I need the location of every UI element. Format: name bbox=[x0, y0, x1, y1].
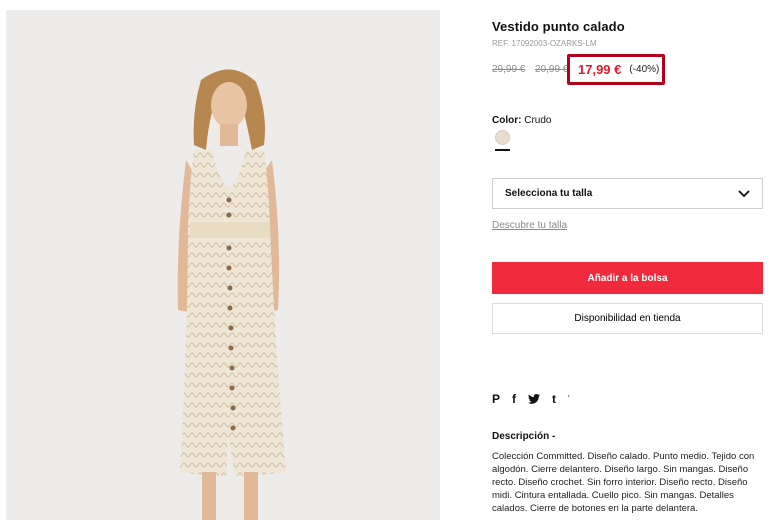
original-price: 29,99 € bbox=[492, 64, 526, 75]
store-availability-button[interactable]: Disponibilidad en tienda bbox=[492, 303, 763, 334]
product-reference: REF. 17092003-OZARKS-LM bbox=[492, 39, 597, 48]
twitter-icon[interactable] bbox=[528, 394, 541, 404]
size-select[interactable]: Selecciona tu talla bbox=[492, 178, 763, 209]
tumblr-icon[interactable]: t bbox=[552, 392, 556, 406]
size-select-label: Selecciona tu talla bbox=[505, 188, 593, 199]
color-label-key: Color: bbox=[492, 115, 522, 126]
description-title[interactable]: Descripción - bbox=[492, 431, 555, 442]
more-share-icon[interactable]: ' bbox=[568, 392, 570, 406]
selected-swatch-indicator bbox=[495, 149, 510, 151]
current-price: 17,99 € bbox=[578, 62, 622, 77]
model-illustration bbox=[177, 69, 286, 520]
add-to-bag-button[interactable]: Añadir a la bolsa bbox=[492, 262, 763, 294]
product-title: Vestido punto calado bbox=[492, 19, 625, 34]
product-image[interactable] bbox=[6, 10, 440, 520]
chevron-down-icon bbox=[738, 189, 750, 197]
color-label: Color: Crudo bbox=[492, 115, 551, 126]
pinterest-icon[interactable]: P bbox=[492, 392, 500, 406]
size-guide-link[interactable]: Descubre tu talla bbox=[492, 220, 567, 231]
discount-badge: (-40%) bbox=[629, 64, 660, 75]
previous-price: 20,99 € bbox=[535, 64, 569, 75]
facebook-icon[interactable]: f bbox=[512, 392, 516, 406]
description-text: Colección Committed. Diseño calado. Punt… bbox=[492, 451, 755, 514]
price-highlight-box: 17,99 € (-40%) bbox=[567, 54, 665, 85]
color-swatch-crudo[interactable] bbox=[495, 130, 510, 145]
color-value: Crudo bbox=[524, 115, 552, 126]
share-icons: P f t ' bbox=[492, 392, 570, 406]
